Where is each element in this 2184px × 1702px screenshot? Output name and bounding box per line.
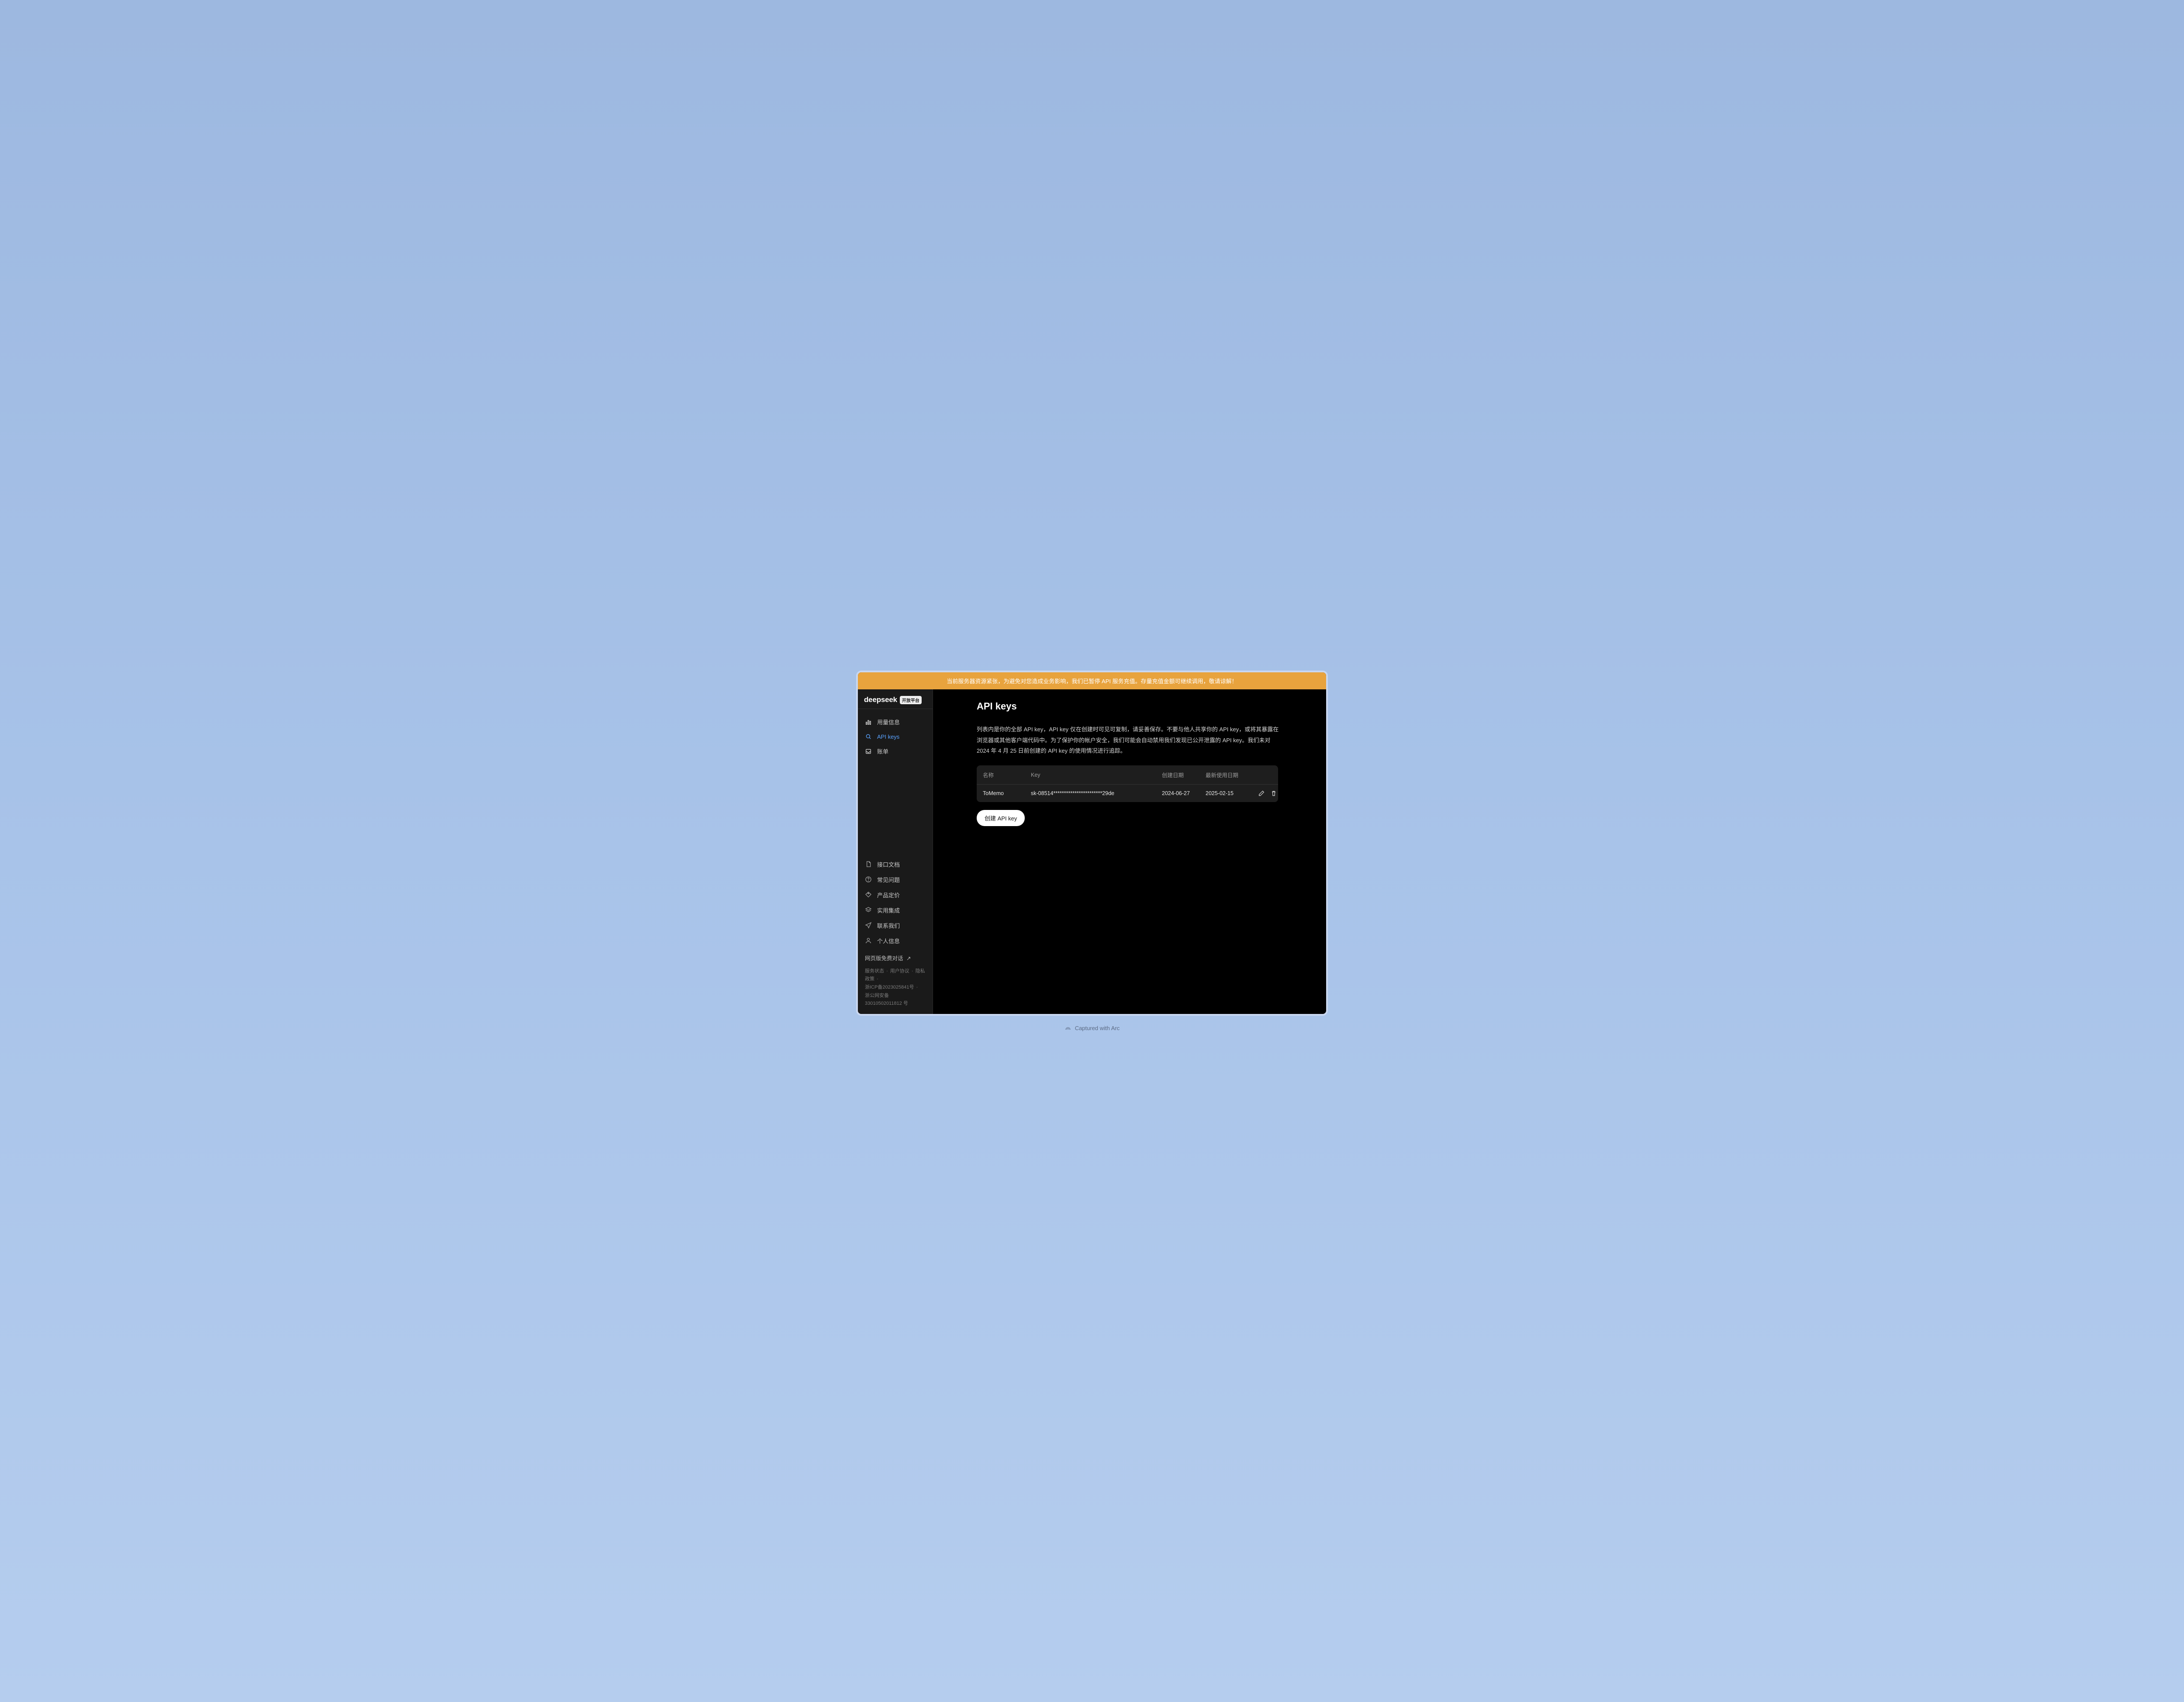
brand-badge: 开放平台 — [900, 696, 922, 704]
sidebar-footer: 服务状态 · 用户协议 · 隐私政策 · 浙ICP备2023025841号 · … — [858, 967, 933, 1014]
page-description: 列表内是你的全部 API key，API key 仅在创建时可见可复制，请妥善保… — [977, 724, 1282, 757]
app-window: 当前服务器资源紧张，为避免对您造成业务影响，我们已暂停 API 服务充值。存量充… — [856, 671, 1328, 1016]
layers-icon — [865, 906, 872, 913]
th-last-used: 最新使用日期 — [1206, 771, 1249, 779]
table-header-row: 名称 Key 创建日期 最新使用日期 — [977, 765, 1278, 785]
footer-link-status[interactable]: 服务状态 — [865, 969, 884, 974]
sidebar-item-faq[interactable]: 常见问题 — [858, 872, 933, 887]
sidebar-item-label: 接口文档 — [877, 860, 900, 868]
sidebar-item-profile[interactable]: 个人信息 — [858, 933, 933, 948]
brand-name: deepseek — [864, 695, 897, 704]
chat-link-label: 网页版免费对话 — [865, 955, 903, 962]
sidebar-item-label: 账单 — [877, 747, 888, 755]
delete-icon[interactable] — [1270, 790, 1277, 797]
bar-chart-icon — [865, 719, 872, 726]
create-api-key-button[interactable]: 创建 API key — [977, 810, 1025, 826]
user-icon — [865, 937, 872, 944]
th-key: Key — [1031, 772, 1162, 778]
inbox-icon — [865, 748, 872, 755]
notice-banner: 当前服务器资源紧张，为避免对您造成业务影响，我们已暂停 API 服务充值。存量充… — [858, 672, 1326, 689]
page-title: API keys — [977, 701, 1326, 712]
sidebar-item-label: 用量信息 — [877, 718, 900, 726]
external-link-icon: ↗ — [906, 955, 911, 962]
cell-last-used: 2025-02-15 — [1206, 790, 1249, 796]
row-actions — [1249, 790, 1278, 797]
sidebar-item-apikeys[interactable]: API keys — [858, 730, 933, 744]
secondary-nav: 接口文档 常见问题 产品定价 — [858, 855, 933, 950]
tag-icon — [865, 891, 872, 898]
cell-name: ToMemo — [983, 790, 1031, 796]
search-icon — [865, 733, 872, 740]
api-keys-table: 名称 Key 创建日期 最新使用日期 ToMemo sk-08514******… — [977, 765, 1278, 802]
edit-icon[interactable] — [1258, 790, 1265, 797]
footer-icp[interactable]: 浙ICP备2023025841号 — [865, 985, 914, 990]
sidebar-chat-link[interactable]: 网页版免费对话 ↗ — [858, 950, 933, 967]
sidebar-item-label: 联系我们 — [877, 921, 900, 930]
sidebar-item-label: 常见问题 — [877, 875, 900, 884]
sidebar-item-pricing[interactable]: 产品定价 — [858, 887, 933, 903]
footer-police[interactable]: 浙公网安备 33010502011812 号 — [865, 992, 926, 1008]
th-created: 创建日期 — [1162, 771, 1206, 779]
sidebar-item-usage[interactable]: 用量信息 — [858, 714, 933, 730]
arc-logo-icon — [1064, 1024, 1071, 1031]
main-content: API keys 列表内是你的全部 API key，API key 仅在创建时可… — [933, 689, 1326, 1014]
primary-nav: 用量信息 API keys 账单 — [858, 713, 933, 761]
footer-link-terms[interactable]: 用户协议 — [890, 969, 909, 974]
sidebar-item-billing[interactable]: 账单 — [858, 744, 933, 759]
capture-text: Captured with Arc — [1075, 1025, 1120, 1031]
capture-watermark: Captured with Arc — [1064, 1024, 1120, 1031]
sidebar-item-label: API keys — [877, 733, 899, 740]
document-icon — [865, 861, 872, 868]
sidebar: deepseek 开放平台 用量信息 API keys — [858, 689, 933, 1014]
sidebar-item-docs[interactable]: 接口文档 — [858, 857, 933, 872]
send-icon — [865, 922, 872, 929]
cell-key: sk-08514***********************29de — [1031, 790, 1162, 796]
brand: deepseek 开放平台 — [858, 689, 933, 709]
help-icon — [865, 876, 872, 883]
cell-created: 2024-06-27 — [1162, 790, 1206, 796]
sidebar-item-label: 个人信息 — [877, 937, 900, 945]
sidebar-item-contact[interactable]: 联系我们 — [858, 918, 933, 933]
notice-text: 当前服务器资源紧张，为避免对您造成业务影响，我们已暂停 API 服务充值。存量充… — [947, 678, 1237, 685]
sidebar-item-label: 产品定价 — [877, 891, 900, 899]
app-body: deepseek 开放平台 用量信息 API keys — [858, 689, 1326, 1014]
sidebar-item-integration[interactable]: 实用集成 — [858, 903, 933, 918]
th-name: 名称 — [983, 771, 1031, 779]
table-row: ToMemo sk-08514***********************29… — [977, 785, 1278, 802]
sidebar-item-label: 实用集成 — [877, 906, 900, 914]
